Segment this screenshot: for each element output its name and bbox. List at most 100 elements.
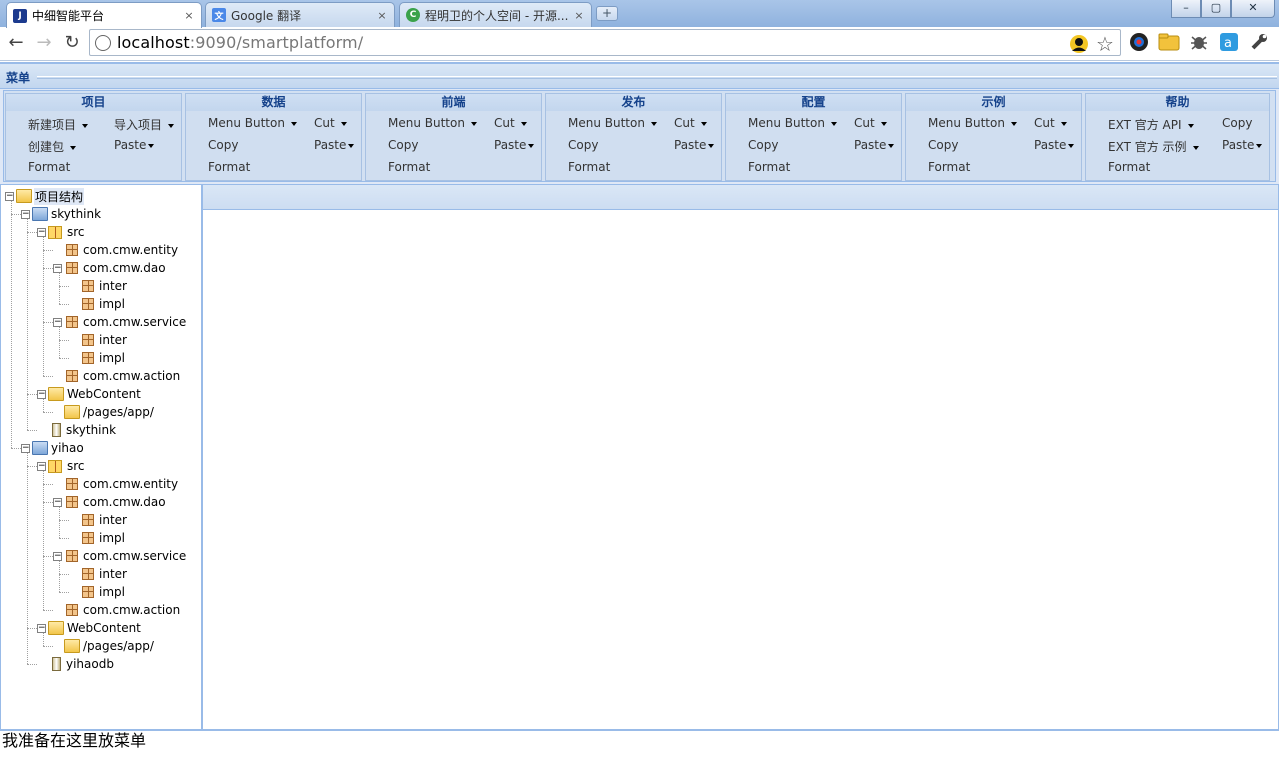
browser-tab-2[interactable]: C 程明卫的个人空间 - 开源... × <box>399 2 592 27</box>
menu-button[interactable]: 创建包 <box>28 138 77 155</box>
close-tab-icon[interactable]: × <box>376 9 388 22</box>
close-tab-icon[interactable]: × <box>183 9 195 22</box>
menu-button[interactable]: EXT 官方 示例 <box>1108 138 1199 155</box>
menu-button-label: Format <box>208 160 251 174</box>
collapse-toggle-icon[interactable]: − <box>21 209 30 219</box>
menu-button[interactable]: Paste <box>1034 138 1075 152</box>
tree-node[interactable]: − 项目结构 <box>5 187 85 205</box>
tree-node[interactable]: − com.cmw.service <box>53 313 187 331</box>
tree-node[interactable]: /pages/app/ <box>53 637 155 655</box>
menu-button[interactable]: 新建项目 <box>28 116 89 133</box>
tree-node[interactable]: com.cmw.action <box>53 601 181 619</box>
collapse-toggle-icon[interactable]: − <box>53 317 62 327</box>
menu-button[interactable]: Copy <box>568 138 598 152</box>
forward-button[interactable]: → <box>32 32 56 54</box>
bookmark-star-icon[interactable]: ☆ <box>1094 32 1116 56</box>
menu-button[interactable]: Cut <box>854 116 887 130</box>
tree-node[interactable]: impl <box>69 349 126 367</box>
menu-button[interactable]: Copy <box>748 138 778 152</box>
menu-button[interactable]: Format <box>208 160 250 174</box>
menu-button[interactable]: Paste <box>114 138 155 152</box>
tree-node[interactable]: − skythink <box>21 205 102 223</box>
tree-node[interactable]: yihaodb <box>37 655 115 673</box>
menu-button[interactable]: Format <box>388 160 430 174</box>
collapse-toggle-icon[interactable]: − <box>21 443 30 453</box>
menu-button[interactable]: Cut <box>494 116 527 130</box>
menu-button[interactable]: Menu Button <box>748 116 837 130</box>
tree-node[interactable]: inter <box>69 277 128 295</box>
tree-node[interactable]: impl <box>69 583 126 601</box>
collapse-toggle-icon[interactable]: − <box>53 497 62 507</box>
menu-button[interactable]: Menu Button <box>568 116 657 130</box>
menu-button[interactable]: Copy <box>208 138 238 152</box>
collapse-toggle-icon[interactable]: − <box>53 551 62 561</box>
minimize-button[interactable]: – <box>1171 0 1201 18</box>
menu-button[interactable]: Paste <box>1222 138 1263 152</box>
close-window-button[interactable]: ✕ <box>1231 0 1275 18</box>
browser-tab-1[interactable]: 文 Google 翻译 × <box>205 2 395 27</box>
menu-button[interactable]: Menu Button <box>208 116 297 130</box>
maximize-button[interactable]: ▢ <box>1201 0 1231 18</box>
reload-button[interactable]: ↻ <box>60 32 84 54</box>
tree-node[interactable]: − yihao <box>21 439 85 457</box>
menu-button[interactable]: Cut <box>314 116 347 130</box>
menu-button[interactable]: Format <box>28 160 70 174</box>
browser-tab-0[interactable]: J 中细智能平台 × <box>6 2 202 28</box>
tree-node[interactable]: com.cmw.entity <box>53 475 179 493</box>
tree-node[interactable]: inter <box>69 331 128 349</box>
menu-group-6: 帮助 EXT 官方 API Copy EXT 官方 示例 Paste Format <box>1085 93 1270 181</box>
collapse-toggle-icon[interactable]: − <box>53 263 62 273</box>
menu-button[interactable]: Format <box>748 160 790 174</box>
tree-node[interactable]: /pages/app/ <box>53 403 155 421</box>
tree-node[interactable]: − src <box>37 457 86 475</box>
menu-button-label: Copy <box>928 138 959 152</box>
notes-icon[interactable]: a <box>1218 31 1240 53</box>
tree-node[interactable]: − com.cmw.dao <box>53 259 167 277</box>
menu-button[interactable]: Format <box>568 160 610 174</box>
tree-node[interactable]: inter <box>69 565 128 583</box>
tree-node[interactable]: impl <box>69 529 126 547</box>
menu-button[interactable]: Cut <box>1034 116 1067 130</box>
menu-button[interactable]: Menu Button <box>928 116 1017 130</box>
new-tab-button[interactable]: + <box>596 6 618 21</box>
back-button[interactable]: ← <box>4 32 28 54</box>
menu-button[interactable]: Menu Button <box>388 116 477 130</box>
incognito-agent-icon[interactable] <box>1068 33 1090 55</box>
menu-button[interactable]: Copy <box>928 138 958 152</box>
address-bar[interactable]: localhost:9090/smartplatform/ ☆ <box>89 29 1121 56</box>
menu-button[interactable]: Format <box>928 160 970 174</box>
menu-button[interactable]: Paste <box>854 138 895 152</box>
tree-node[interactable]: − WebContent <box>37 385 142 403</box>
menu-button[interactable]: Paste <box>494 138 535 152</box>
wrench-icon[interactable] <box>1248 31 1270 53</box>
collapse-toggle-icon[interactable]: − <box>37 461 46 471</box>
dropdown-arrow-icon <box>470 121 477 126</box>
chrome-icon[interactable] <box>1128 31 1150 53</box>
folder-icon[interactable] <box>1158 31 1180 53</box>
collapse-toggle-icon[interactable]: − <box>5 191 14 201</box>
tree-node[interactable]: impl <box>69 295 126 313</box>
menu-button[interactable]: Copy <box>388 138 418 152</box>
menu-button[interactable]: Cut <box>674 116 707 130</box>
url-text[interactable]: localhost:9090/smartplatform/ <box>117 33 363 52</box>
tree-node[interactable]: − com.cmw.service <box>53 547 187 565</box>
collapse-toggle-icon[interactable]: − <box>37 389 46 399</box>
tree-node[interactable]: com.cmw.entity <box>53 241 179 259</box>
tree-node[interactable]: − src <box>37 223 86 241</box>
menu-button[interactable]: Format <box>1108 160 1150 174</box>
tree-node[interactable]: com.cmw.action <box>53 367 181 385</box>
menu-button[interactable]: 导入项目 <box>114 116 175 133</box>
tree-node[interactable]: − WebContent <box>37 619 142 637</box>
menu-button[interactable]: EXT 官方 API <box>1108 116 1194 133</box>
collapse-toggle-icon[interactable]: − <box>37 227 46 237</box>
menu-button[interactable]: Paste <box>674 138 715 152</box>
tree-node[interactable]: skythink <box>37 421 117 439</box>
dropdown-arrow-icon <box>340 121 347 126</box>
collapse-toggle-icon[interactable]: − <box>37 623 46 633</box>
tree-node[interactable]: − com.cmw.dao <box>53 493 167 511</box>
menu-button[interactable]: Copy <box>1222 116 1252 130</box>
close-tab-icon[interactable]: × <box>573 9 585 22</box>
menu-button[interactable]: Paste <box>314 138 355 152</box>
tree-node[interactable]: inter <box>69 511 128 529</box>
bug-icon[interactable] <box>1188 31 1210 53</box>
